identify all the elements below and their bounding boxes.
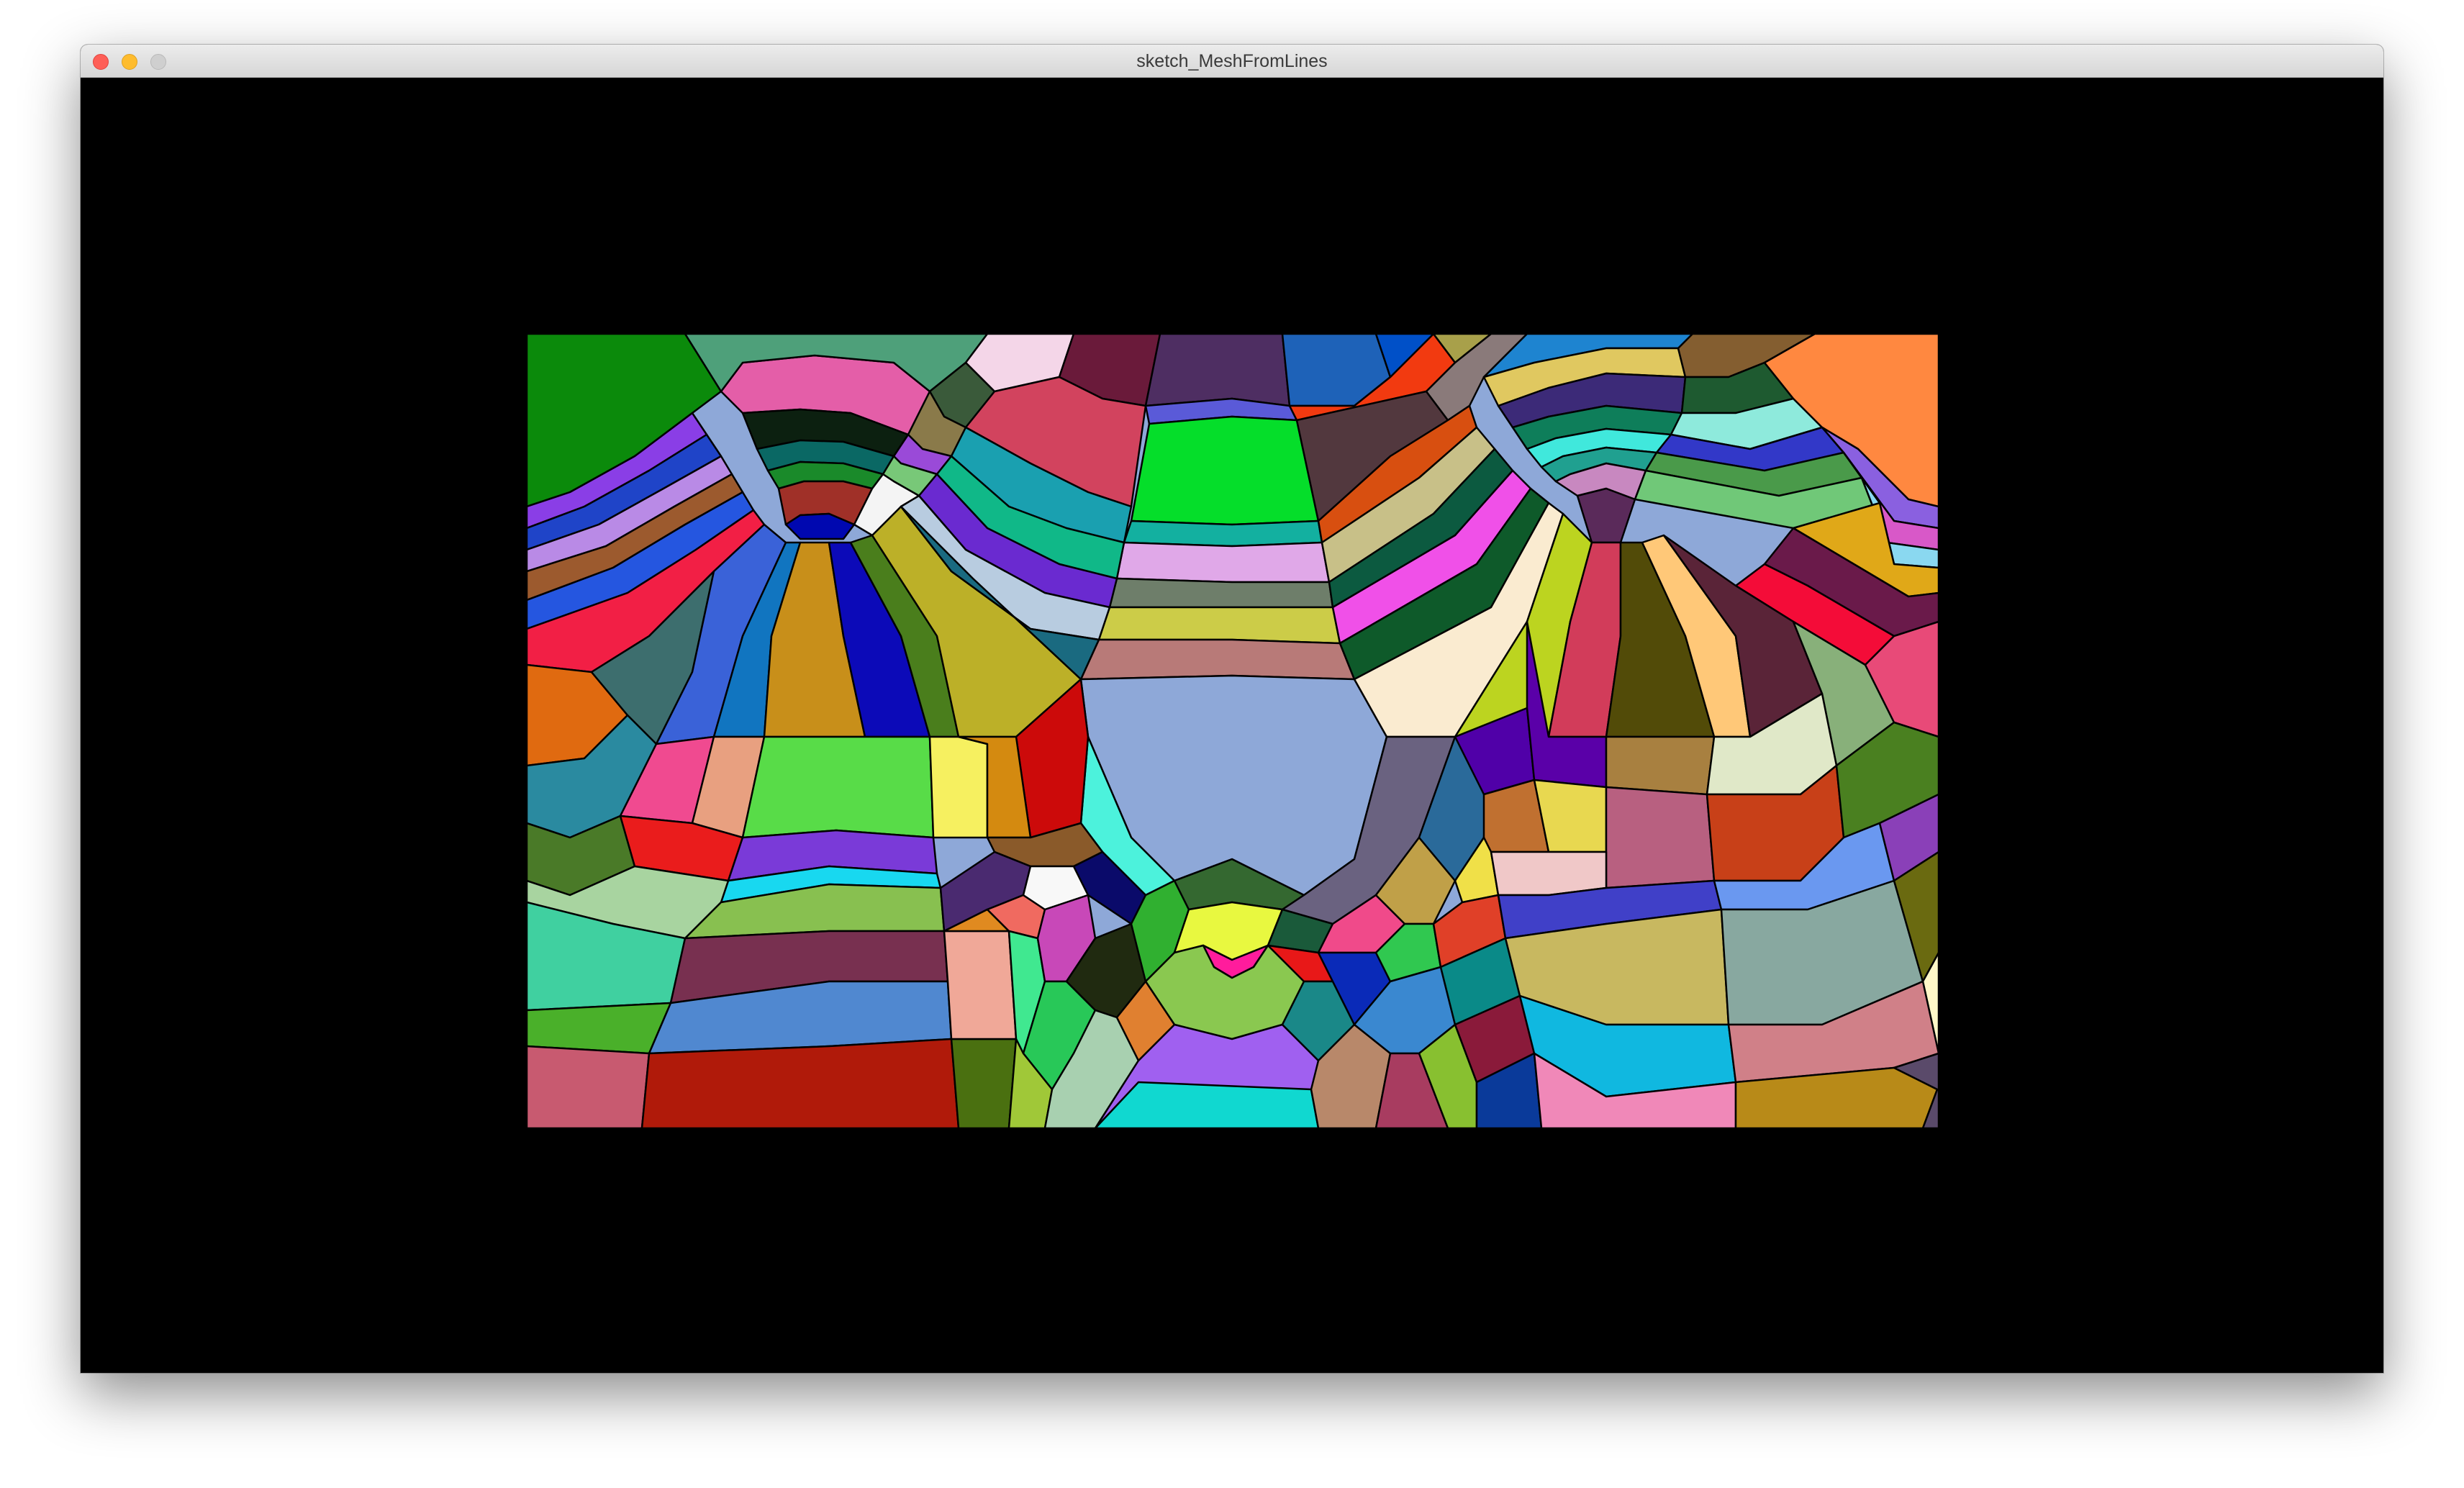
mesh-cell	[527, 1002, 672, 1055]
mesh-cell	[1115, 541, 1331, 584]
mesh-cell	[1144, 334, 1291, 407]
mesh-cell	[1605, 786, 1716, 889]
mesh-cell	[1079, 638, 1356, 681]
mesh-cell	[1130, 415, 1320, 526]
mesh-cell	[1123, 520, 1323, 548]
window-title: sketch_MeshFromLines	[1136, 51, 1328, 71]
mesh-drawing	[527, 334, 1939, 1128]
mesh-canvas	[527, 334, 1939, 1128]
mesh-cell	[950, 1038, 1018, 1128]
mesh-cell	[943, 930, 1018, 1040]
mesh-cell	[527, 1045, 651, 1128]
mesh-cell	[741, 735, 935, 839]
mesh-cell	[1490, 850, 1608, 897]
sketch-content	[81, 78, 2383, 1373]
mesh-cell	[1605, 735, 1716, 796]
mesh-cell	[1108, 577, 1334, 609]
mesh-cell	[1097, 606, 1341, 645]
mesh-cell	[928, 735, 989, 839]
title-bar[interactable]: sketch_MeshFromLines	[81, 45, 2383, 78]
mesh-cell	[640, 1038, 960, 1128]
app-window: sketch_MeshFromLines	[81, 45, 2383, 1373]
